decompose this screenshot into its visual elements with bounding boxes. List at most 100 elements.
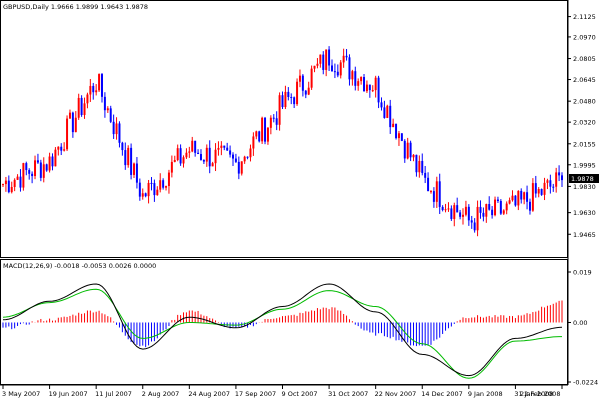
price-bar-body	[511, 195, 514, 201]
macd-panel-frame	[0, 259, 568, 385]
price-bar-body	[188, 151, 191, 153]
price-bar-body	[255, 131, 258, 137]
time-tick-label: 19 Jun 2007	[49, 390, 88, 398]
macd-tick-label: 0.019	[573, 269, 592, 277]
price-bar-body	[167, 172, 170, 187]
price-bar-body	[412, 154, 415, 158]
macd-main-line	[2, 283, 563, 377]
price-bar-body	[319, 54, 322, 64]
price-tick-label: 2.0480	[573, 98, 596, 106]
price-bar-body	[71, 112, 74, 133]
price-bar-body	[217, 147, 220, 150]
price-bar-body	[45, 164, 48, 171]
time-tick-label: 2 Aug 2007	[142, 390, 180, 398]
price-bar-body	[328, 49, 331, 66]
price-bar-body	[304, 90, 307, 95]
price-bar-body	[462, 214, 465, 217]
price-bar-body	[549, 180, 552, 187]
price-bar-body	[354, 71, 357, 86]
price-bar-body	[144, 193, 147, 197]
price-bar-body	[7, 180, 10, 193]
price-bar-body	[249, 148, 252, 158]
price-bar-body	[275, 118, 278, 125]
price-bar-body	[130, 147, 133, 175]
price-bar-body	[165, 186, 168, 188]
price-bar-body	[418, 160, 421, 173]
time-tick-label: 22 Feb 2008	[520, 390, 560, 398]
macd-panel-header: MACD(12,26,9) -0.0018 -0.0053 0.0026 0.0…	[3, 262, 156, 270]
price-bar-body	[330, 65, 333, 72]
price-bar-body	[348, 57, 351, 80]
price-tick-label: 2.0155	[573, 140, 596, 148]
price-bar-body	[406, 142, 409, 159]
price-bar-body	[473, 222, 476, 231]
price-bar-body	[252, 136, 255, 149]
price-bar-body	[368, 84, 371, 91]
price-bar-body	[429, 191, 432, 193]
price-bar-body	[523, 192, 526, 200]
price-bar-body	[109, 108, 112, 122]
price-bar-body	[371, 90, 374, 92]
price-bar-body	[16, 176, 19, 180]
price-bar-body	[555, 172, 558, 187]
price-bar-body	[92, 85, 95, 93]
macd-lines-layer	[2, 283, 563, 379]
price-bar-body	[392, 123, 395, 128]
price-bar-body	[537, 189, 540, 194]
price-bar-body	[39, 162, 42, 178]
price-axis: 2.1125 2.0970 2.0805 2.0645 2.0480 2.0320 2.01…	[568, 13, 596, 239]
price-bar-body	[380, 102, 383, 108]
chart-canvas[interactable]: 2.1125 2.0970 2.0805 2.0645 2.0480 2.0320 2.01…	[0, 0, 600, 400]
price-bar-body	[389, 105, 392, 128]
price-bar-body	[534, 183, 537, 194]
metatrader-chart-window[interactable]: 2.1125 2.0970 2.0805 2.0645 2.0480 2.0320 2.01…	[0, 0, 600, 400]
price-bar-body	[456, 205, 459, 213]
price-bar-body	[514, 195, 517, 206]
price-bar-body	[77, 97, 80, 118]
price-bar-body	[223, 145, 226, 148]
price-bar-body	[482, 212, 485, 217]
price-bar-body	[147, 182, 150, 197]
price-bar-body	[191, 140, 194, 152]
price-bar-body	[505, 203, 508, 211]
price-bar-body	[552, 186, 555, 188]
price-tick-label: 1.9465	[573, 231, 596, 239]
price-bars-layer	[2, 46, 563, 237]
price-bar-body	[298, 75, 301, 82]
price-bar-body	[409, 142, 412, 158]
price-panel-header: GBPUSD,Daily 1.9666 1.9899 1.9643 1.9878	[3, 3, 148, 11]
price-bar-body	[121, 142, 124, 151]
price-bar-body	[261, 117, 264, 142]
price-bar-body	[57, 146, 60, 150]
price-bar-body	[293, 97, 296, 105]
price-bar-body	[266, 127, 269, 142]
price-bar-body	[479, 206, 482, 213]
price-bar-body	[208, 147, 211, 167]
price-bar-body	[561, 175, 563, 181]
macd-tick-label: 0.00	[573, 319, 587, 327]
price-bar-body	[296, 81, 299, 105]
price-bar-body	[124, 150, 127, 166]
price-bar-body	[322, 54, 325, 70]
time-tick-label: 3 May 2007	[2, 390, 40, 398]
price-bar-body	[83, 103, 86, 116]
price-bar-body	[25, 163, 28, 171]
price-bar-body	[234, 158, 237, 162]
price-bar-body	[441, 206, 444, 210]
price-tick-label: 1.9995	[573, 161, 596, 169]
price-bar-body	[156, 189, 159, 196]
price-bar-body	[162, 180, 165, 188]
price-bar-body	[383, 107, 386, 118]
price-bar-body	[118, 123, 121, 143]
price-bar-body	[135, 163, 138, 183]
price-bar-body	[86, 94, 89, 104]
price-bar-body	[450, 208, 453, 219]
price-bar-body	[95, 90, 98, 93]
price-bar-body	[424, 172, 427, 178]
price-bar-body	[453, 205, 456, 219]
price-bar-body	[153, 183, 156, 196]
price-bar-body	[48, 156, 51, 171]
price-bar-body	[526, 192, 529, 202]
price-bar-body	[133, 163, 136, 175]
price-bar-body	[444, 209, 447, 211]
